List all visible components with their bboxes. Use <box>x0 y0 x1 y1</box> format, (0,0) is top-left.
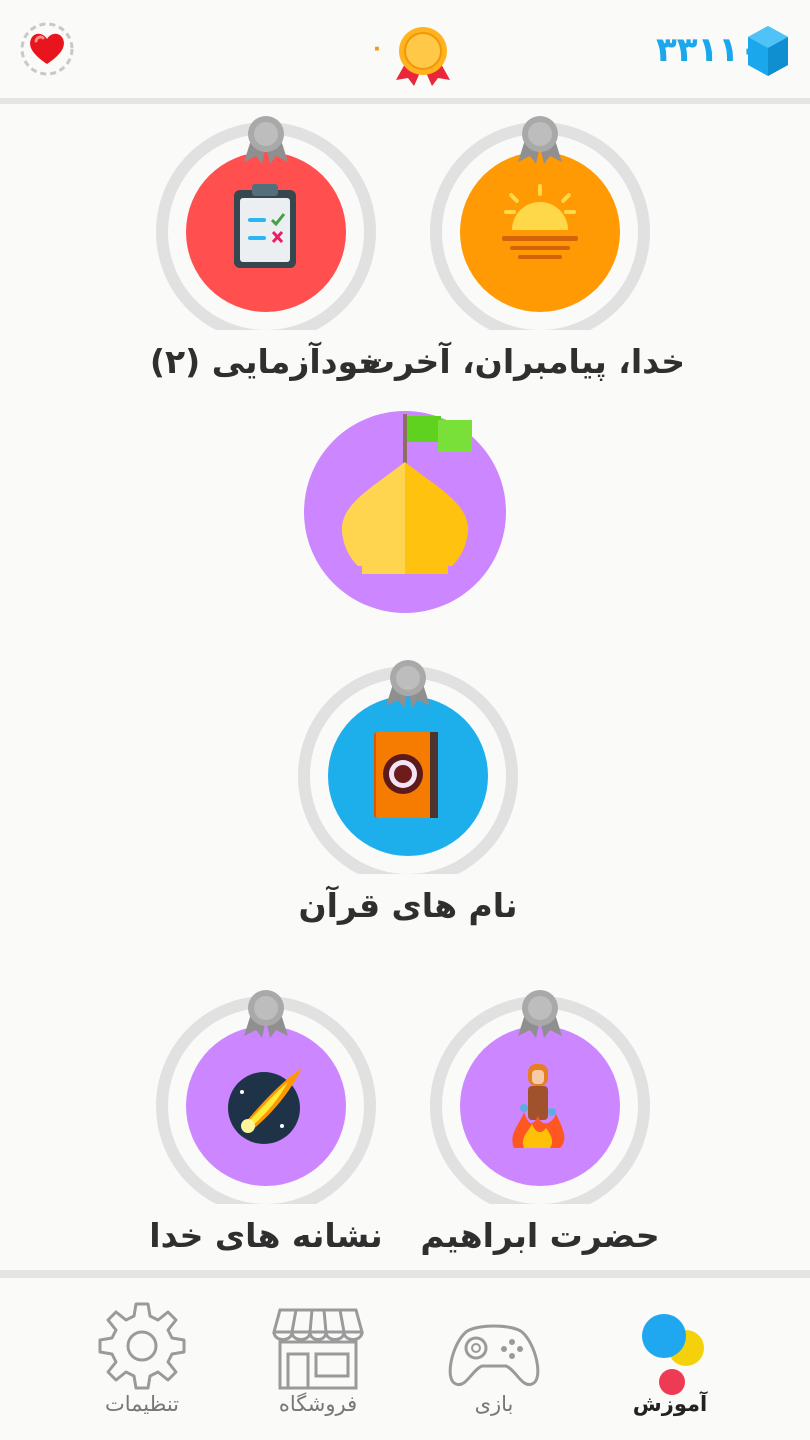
medal-icon <box>396 27 450 86</box>
medal-count: ۰ <box>370 36 384 61</box>
bottom-navigation: آموزش بازی فروشگاه تنظیمات <box>0 1278 810 1440</box>
skill-self-test[interactable]: خودآزمایی (۲) <box>150 110 382 381</box>
skill-golden-dome[interactable] <box>302 408 508 616</box>
skill-circle <box>460 152 620 312</box>
skill-prophet-ibrahim[interactable]: حضرت ابراهیم <box>420 984 660 1255</box>
skill-ring <box>430 116 650 330</box>
skill-label: نشانه های خدا <box>149 1216 383 1255</box>
clipboard-checklist-icon <box>234 184 296 268</box>
learn-circles-icon <box>642 1314 704 1395</box>
skill-label: نام های قرآن <box>298 886 518 925</box>
skill-label: خدا، پیامبران، آخرت <box>361 342 685 381</box>
shop-storefront-icon <box>272 1308 364 1390</box>
top-bar: ۰ ۳۳۱۱۰ <box>0 0 810 100</box>
skill-label: خودآزمایی (۲) <box>149 342 383 381</box>
nav-game-label: بازی <box>474 1392 514 1416</box>
home-screen: ۰ ۳۳۱۱۰ خدا، پیامبران، آخرت خودآزمایی (۲… <box>0 0 810 1440</box>
nav-game[interactable]: بازی <box>404 1278 584 1438</box>
skill-signs-of-god[interactable]: نشانه های خدا <box>149 984 383 1255</box>
header-divider <box>0 98 810 104</box>
nav-learn-label: آموزش <box>632 1392 708 1416</box>
skill-quran-names[interactable]: نام های قرآن <box>296 654 520 925</box>
skill-ring <box>156 990 376 1204</box>
hearts-button[interactable] <box>18 20 76 78</box>
heart-icon <box>20 22 74 76</box>
medal-button[interactable]: ۰ <box>365 24 465 88</box>
gem-icon <box>748 26 788 76</box>
quran-book-icon <box>374 732 438 818</box>
skill-circle-svg <box>304 411 506 613</box>
skill-ring <box>298 660 518 874</box>
nav-shop[interactable]: فروشگاه <box>228 1278 408 1438</box>
nav-learn[interactable]: آموزش <box>580 1278 760 1438</box>
skill-ring <box>156 116 376 330</box>
skill-label: حضرت ابراهیم <box>420 1216 660 1255</box>
skill-god-prophets-hereafter[interactable]: خدا، پیامبران، آخرت <box>362 110 685 381</box>
gems-button[interactable]: ۳۳۱۱۰ <box>656 22 792 82</box>
nav-shop-label: فروشگاه <box>278 1392 358 1416</box>
nav-settings-label: تنظیمات <box>104 1392 180 1416</box>
skill-ring <box>430 990 650 1204</box>
sunset-icon <box>502 184 578 259</box>
gems-count: ۳۳۱۱۰ <box>656 30 760 70</box>
nav-divider <box>0 1270 810 1278</box>
gamepad-icon <box>448 1324 540 1387</box>
gear-icon <box>98 1302 186 1390</box>
nav-settings[interactable]: تنظیمات <box>52 1278 232 1438</box>
